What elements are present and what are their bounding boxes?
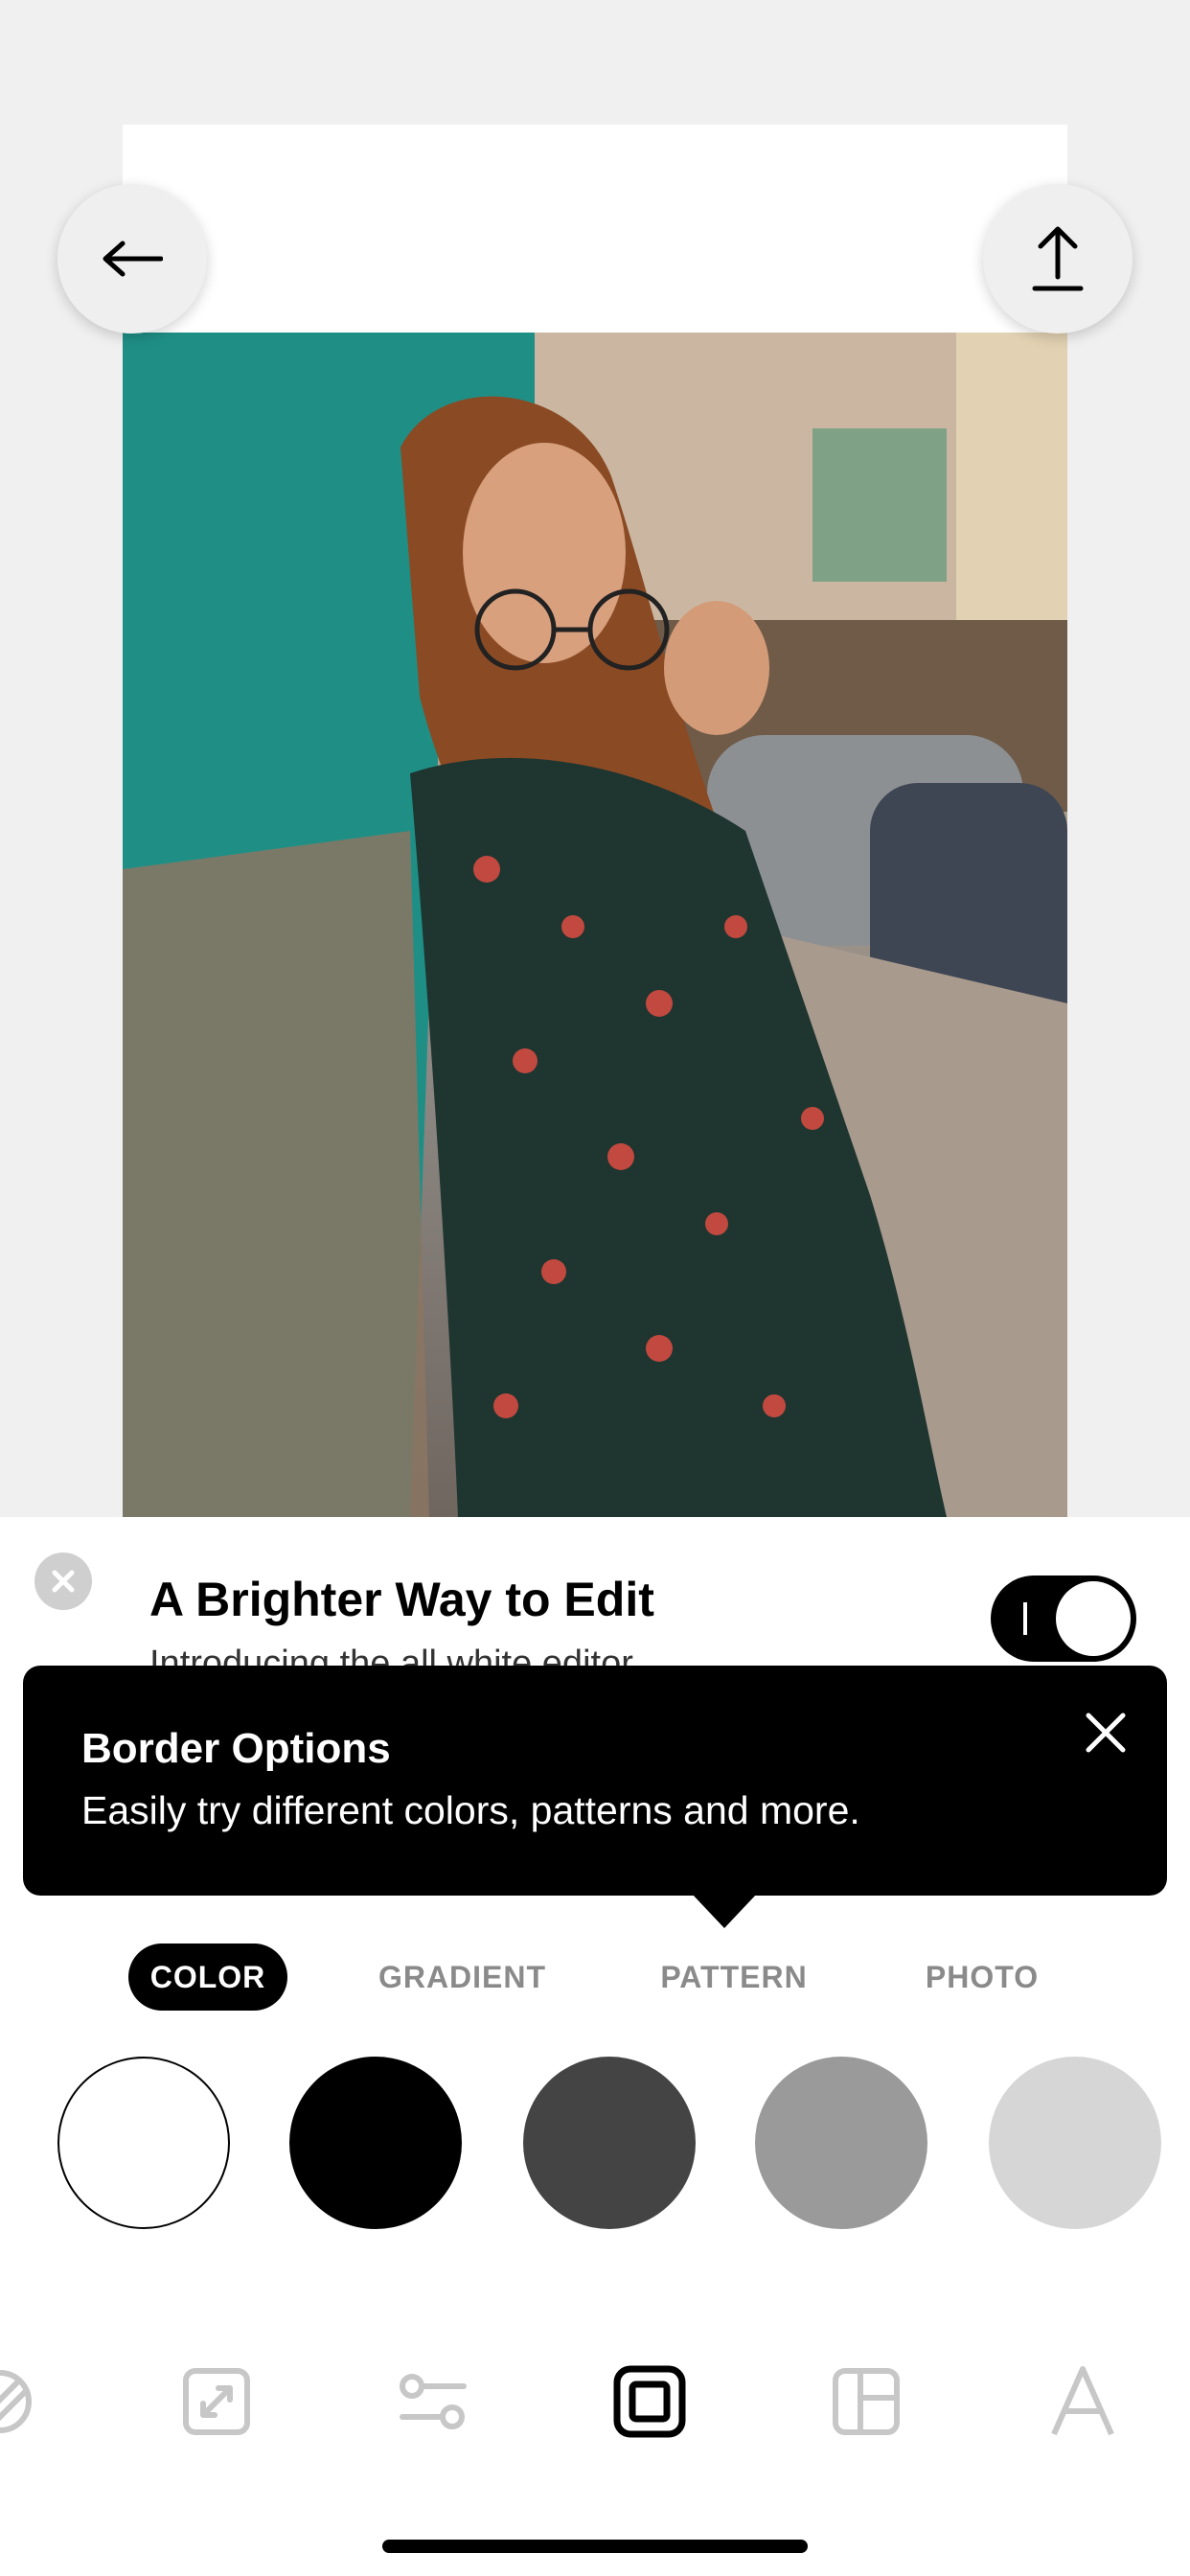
toggle-knob xyxy=(1056,1581,1131,1656)
border-icon xyxy=(613,2365,686,2438)
layout-icon xyxy=(833,2368,900,2435)
arrow-left-icon xyxy=(103,241,163,277)
tooltip-close-button[interactable] xyxy=(1077,1704,1134,1761)
close-icon xyxy=(1086,1713,1126,1753)
toggle-on-mark xyxy=(1023,1602,1027,1635)
tooltip-body: Easily try different colors, patterns an… xyxy=(81,1788,860,1832)
tooltip-pointer xyxy=(692,1894,757,1928)
filters-icon xyxy=(0,2370,32,2433)
swatch-dark-gray[interactable] xyxy=(523,2057,696,2229)
swatch-black[interactable] xyxy=(289,2057,462,2229)
toolbar-filters[interactable] xyxy=(0,2363,38,2440)
swatch-gray[interactable] xyxy=(755,2057,927,2229)
toolbar-layout[interactable] xyxy=(828,2363,904,2440)
share-button[interactable] xyxy=(983,184,1133,334)
home-indicator xyxy=(382,2540,808,2553)
toolbar-crop[interactable] xyxy=(178,2363,255,2440)
back-button[interactable] xyxy=(57,184,207,334)
text-icon xyxy=(1051,2366,1114,2436)
tooltip-title: Border Options xyxy=(81,1725,391,1772)
photo-illustration xyxy=(123,333,1067,1517)
promo-title: A Brighter Way to Edit xyxy=(149,1573,654,1626)
tab-color[interactable]: COLOR xyxy=(128,1944,287,2011)
toolbar-text[interactable] xyxy=(1044,2363,1121,2440)
swatch-light-gray[interactable] xyxy=(989,2057,1161,2229)
edited-photo xyxy=(123,333,1067,1517)
close-icon xyxy=(52,1570,75,1593)
border-options-tooltip: Border Options Easily try different colo… xyxy=(23,1666,1167,1896)
crop-icon xyxy=(183,2368,250,2435)
white-editor-toggle[interactable] xyxy=(991,1576,1136,1662)
toolbar-adjust[interactable] xyxy=(395,2363,471,2440)
swatch-white[interactable] xyxy=(57,2057,230,2229)
share-upload-icon xyxy=(1032,226,1084,291)
tab-gradient[interactable]: GRADIENT xyxy=(364,1944,561,2011)
promo-close-button[interactable] xyxy=(34,1552,92,1610)
tab-photo[interactable]: PHOTO xyxy=(905,1944,1059,2011)
adjust-icon xyxy=(400,2374,467,2429)
toolbar-border[interactable] xyxy=(611,2363,688,2440)
tab-pattern[interactable]: PATTERN xyxy=(642,1944,826,2011)
